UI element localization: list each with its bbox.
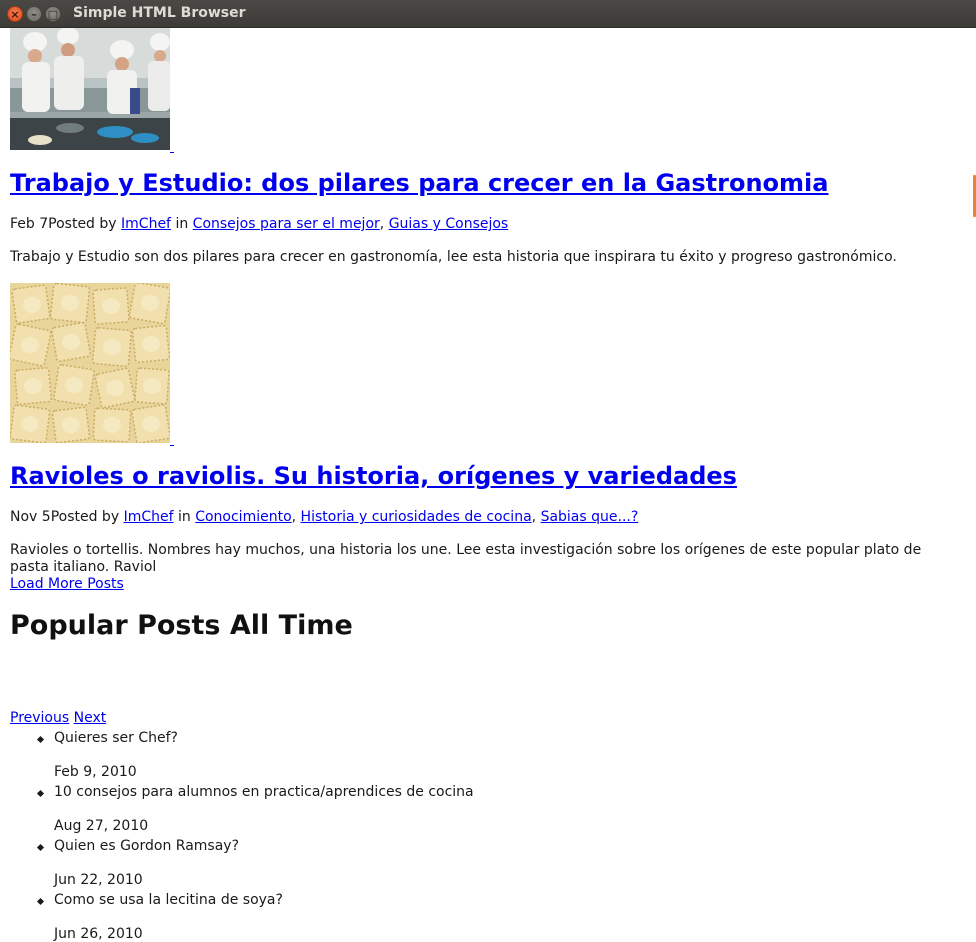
post-title-link[interactable]: Trabajo y Estudio: dos pilares para crec… [10, 169, 828, 197]
browser-window: × – □ Simple HTML Browser Trabajo y Estu… [0, 0, 976, 942]
list-item: 10 consejos para alumnos en practica/apr… [36, 784, 474, 838]
post-title-link[interactable]: Ravioles o raviolis. Su historia, orígen… [10, 462, 737, 490]
post-meta: Feb 7Posted by ImChef in Consejos para s… [10, 216, 509, 232]
post-thumbnail-image [10, 283, 170, 443]
post-thumbnail-link[interactable] [10, 283, 175, 446]
popular-post-date: Jun 26, 2010 [54, 926, 143, 942]
close-icon[interactable]: × [7, 6, 23, 22]
author-link[interactable]: ImChef [121, 216, 171, 232]
posted-by-label: Posted by [50, 509, 120, 525]
popular-post-title[interactable]: Como se usa la lecitina de soya? [54, 892, 283, 908]
popular-pager: Previous Next [10, 710, 106, 727]
list-item: Como se usa la lecitina de soya? Jun 26,… [36, 892, 474, 942]
popular-post-date: Aug 27, 2010 [54, 818, 149, 834]
next-link[interactable]: Next [74, 710, 107, 726]
popular-post-title[interactable]: 10 consejos para alumnos en practica/apr… [54, 784, 474, 800]
bullet-icon [36, 843, 45, 852]
thumbnail-link-underline [170, 445, 174, 446]
bullet-icon [36, 735, 45, 744]
in-label: in [175, 216, 189, 232]
list-item: Quieres ser Chef? Feb 9, 2010 [36, 730, 474, 784]
post-title: Trabajo y Estudio: dos pilares para crec… [10, 168, 828, 198]
popular-posts-heading: Popular Posts All Time [10, 610, 353, 641]
post-excerpt: Trabajo y Estudio son dos pilares para c… [10, 249, 897, 265]
previous-link[interactable]: Previous [10, 710, 69, 726]
category-link[interactable]: Conocimiento [195, 509, 291, 525]
category-link[interactable]: Sabias que...? [541, 509, 639, 525]
popular-post-title[interactable]: Quieres ser Chef? [54, 730, 178, 746]
list-item: Quien es Gordon Ramsay? Jun 22, 2010 [36, 838, 474, 892]
minimize-icon[interactable]: – [26, 6, 42, 22]
window-title: Simple HTML Browser [73, 5, 246, 21]
load-more-posts-link[interactable]: Load More Posts [10, 576, 124, 593]
post-date: Nov 5 [10, 509, 51, 525]
thumbnail-link-underline [170, 152, 174, 153]
in-label: in [177, 509, 191, 525]
post-thumbnail-image [10, 28, 170, 150]
category-link[interactable]: Consejos para ser el mejor [193, 216, 380, 232]
popular-post-date: Feb 9, 2010 [54, 764, 137, 780]
post-date: Feb 7 [10, 216, 49, 232]
bullet-icon [36, 897, 45, 906]
post-excerpt: Ravioles o tortellis. Nombres hay muchos… [10, 542, 922, 575]
post-title: Ravioles o raviolis. Su historia, orígen… [10, 461, 737, 491]
popular-post-date: Jun 22, 2010 [54, 872, 143, 888]
category-link[interactable]: Guias y Consejos [389, 216, 509, 232]
bullet-icon [36, 789, 45, 798]
maximize-icon[interactable]: □ [45, 6, 61, 22]
title-bar: × – □ Simple HTML Browser [0, 0, 976, 28]
post-meta: Nov 5Posted by ImChef in Conocimiento, H… [10, 509, 639, 525]
popular-posts-list: Quieres ser Chef? Feb 9, 2010 10 consejo… [10, 730, 474, 942]
post-item [10, 28, 965, 153]
posted-by-label: Posted by [48, 216, 117, 232]
popular-post-title[interactable]: Quien es Gordon Ramsay? [54, 838, 239, 854]
category-link[interactable]: Historia y curiosidades de cocina [301, 509, 532, 525]
post-thumbnail-link[interactable] [10, 28, 175, 153]
author-link[interactable]: ImChef [124, 509, 174, 525]
